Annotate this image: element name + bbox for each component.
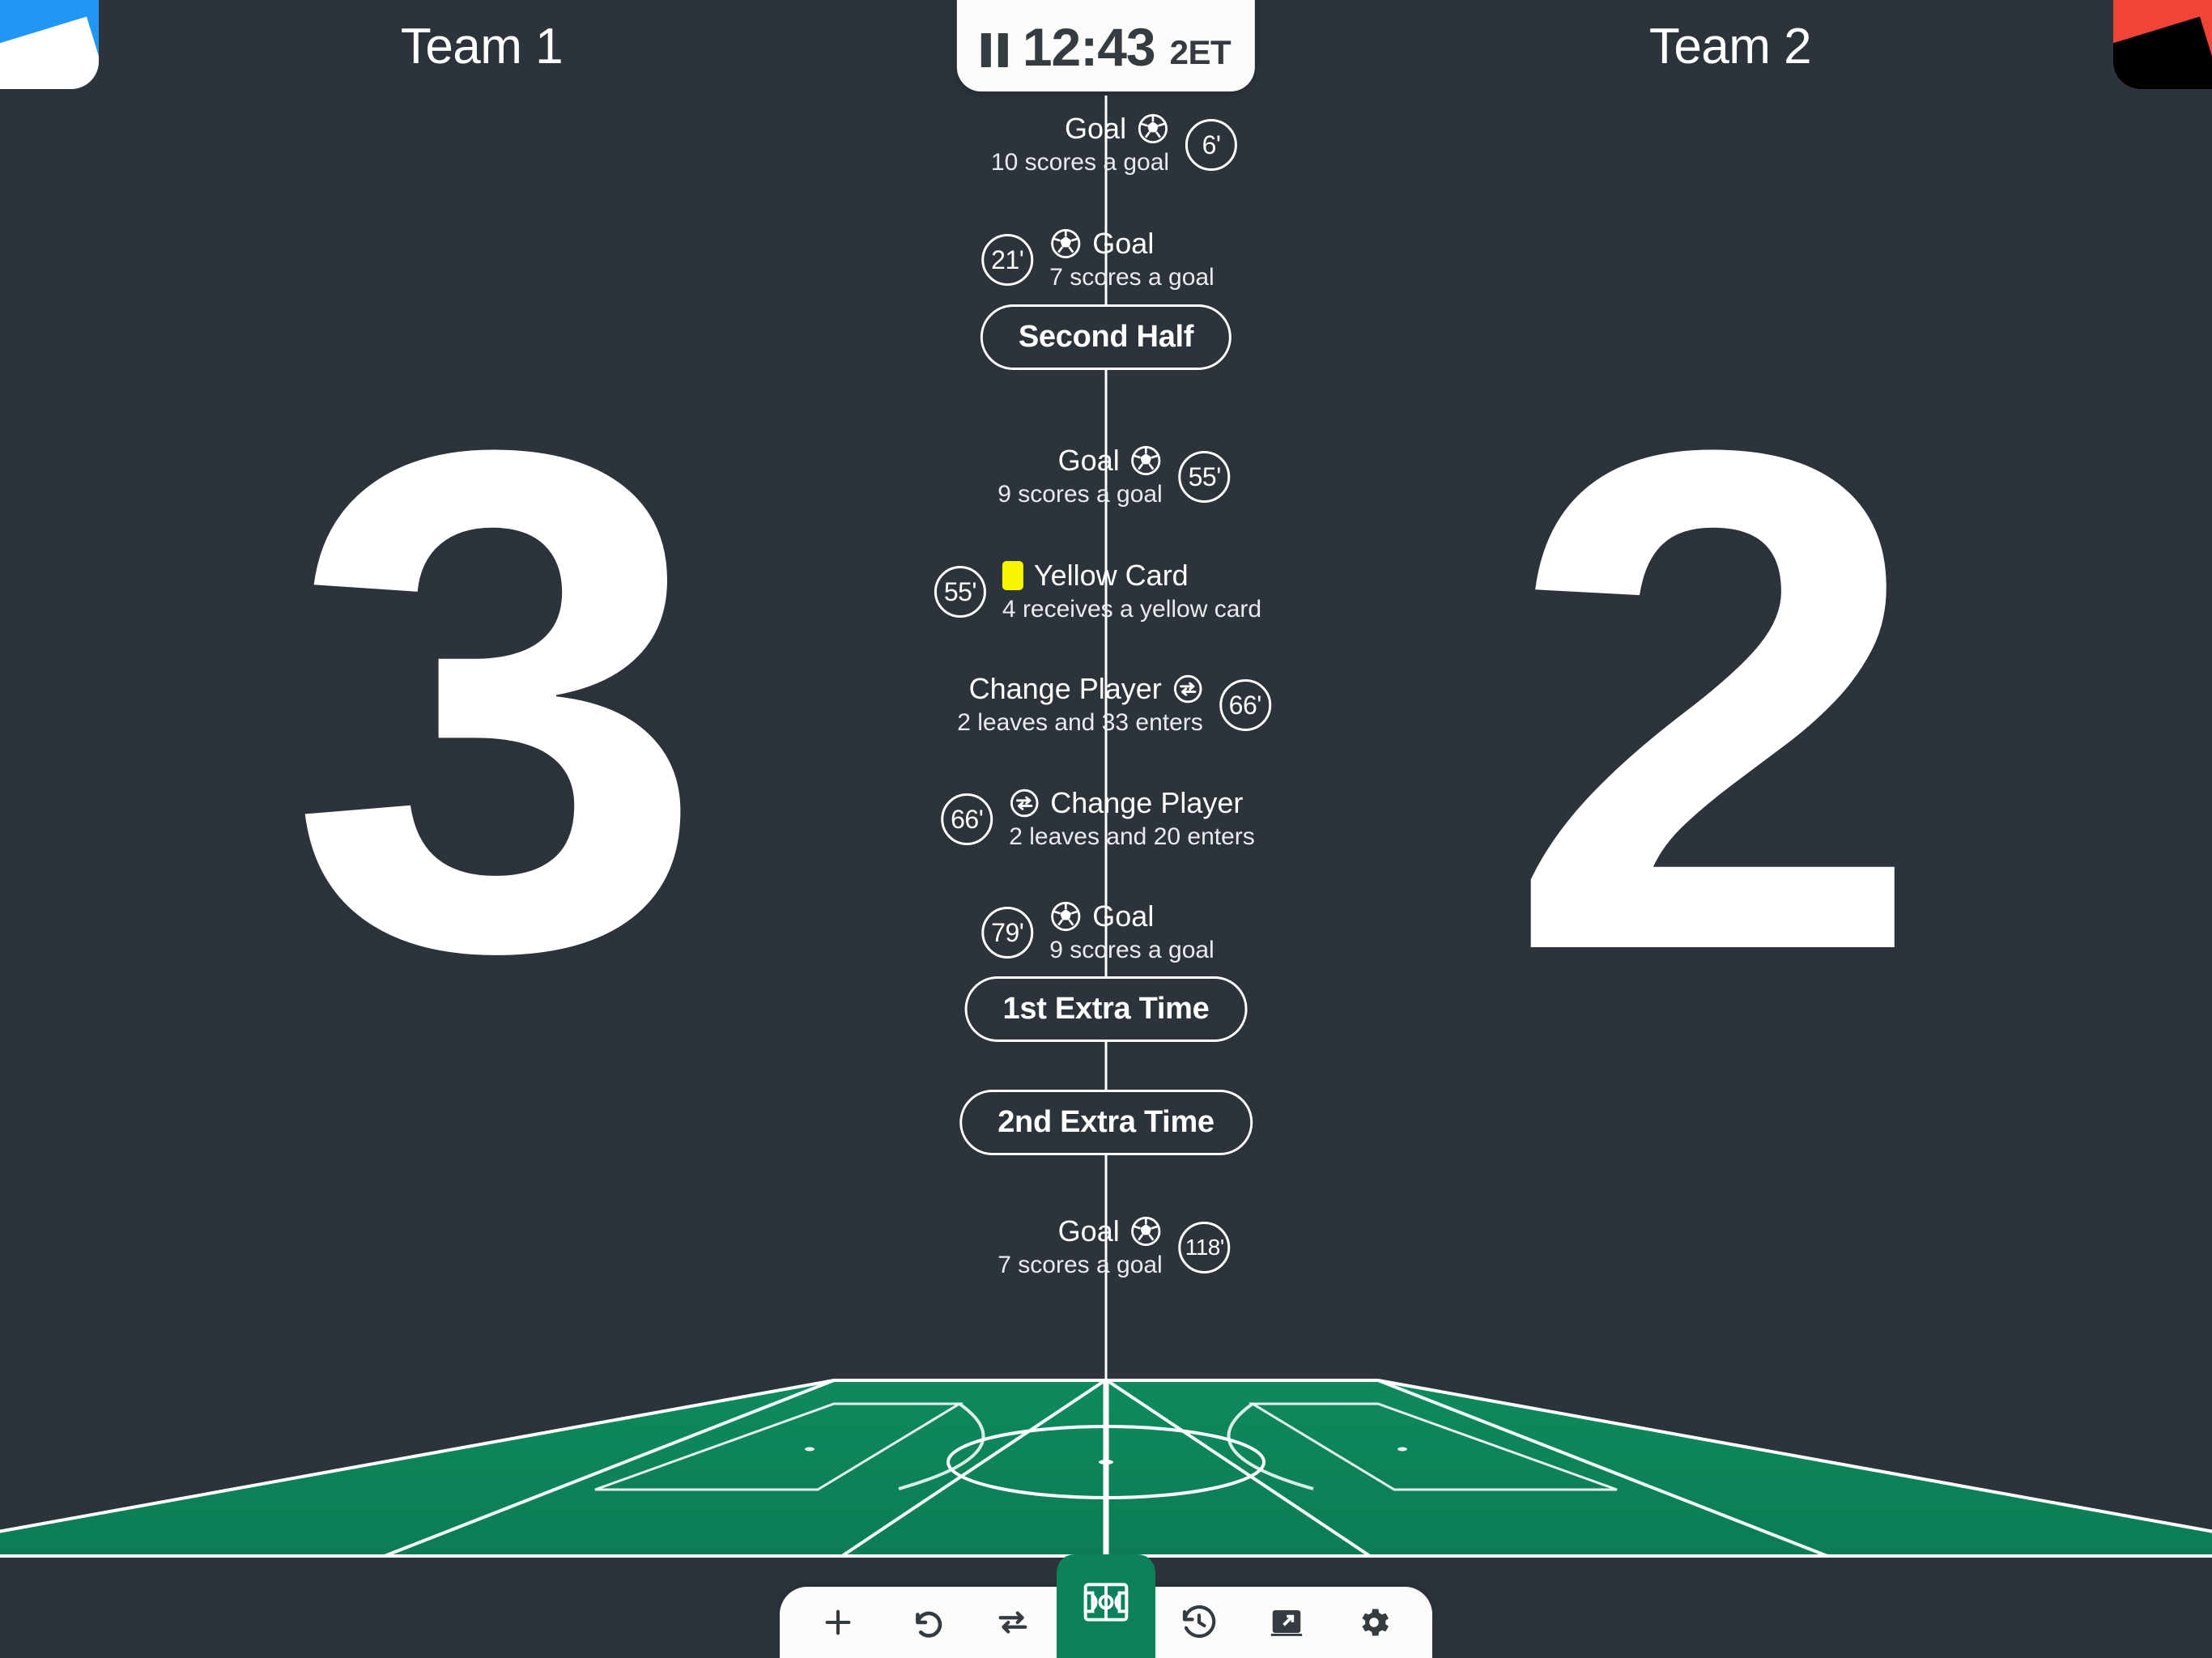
clock-period: 2ET — [1169, 33, 1231, 71]
event-minute-bubble: 55' — [934, 566, 986, 619]
event-subtitle: 9 scores a goal — [998, 481, 1163, 508]
history-clock-icon — [1180, 1603, 1219, 1642]
event-text: Goal 10 scores a goal — [975, 112, 1185, 178]
event-title: Goal — [1065, 112, 1127, 145]
event-title-row: Goal — [1049, 899, 1154, 933]
event-title-row: Goal — [1058, 444, 1163, 477]
event-title-row: Goal — [1065, 112, 1169, 145]
team-left-name: Team 1 — [400, 19, 564, 74]
plus-icon — [819, 1604, 857, 1641]
event-text: Goal 7 scores a goal — [981, 1214, 1178, 1281]
substitution-button[interactable] — [969, 1587, 1057, 1658]
event-title-row: Goal — [1049, 227, 1154, 260]
event-text: Change Player 2 leaves and 20 enters — [993, 786, 1271, 852]
event-subtitle: 2 leaves and 33 enters — [957, 709, 1203, 737]
team-right-name: Team 2 — [1648, 19, 1812, 74]
event-text: Yellow Card 4 receives a yellow card — [986, 559, 1278, 625]
soccer-ball-icon — [1130, 444, 1163, 477]
timeline-period-divider[interactable]: 2nd Extra Time — [959, 1090, 1253, 1155]
period-label: 2nd Extra Time — [998, 1105, 1214, 1139]
event-minute-bubble: 55' — [1178, 451, 1231, 504]
undo-icon — [907, 1604, 944, 1641]
event-title: Goal — [1057, 444, 1120, 477]
add-event-button[interactable] — [794, 1587, 882, 1658]
event-title-row: Change Player — [969, 672, 1203, 705]
event-text: Goal 7 scores a goal — [1033, 227, 1230, 293]
match-timeline: Goal 10 scores a goal 6' Goal 7 scores a goa… — [0, 96, 2212, 1658]
history-button[interactable] — [1155, 1587, 1243, 1658]
event-text: Change Player 2 leaves and 33 enters — [941, 672, 1219, 738]
change-player-icon — [1009, 788, 1040, 818]
event-subtitle: 10 scores a goal — [990, 149, 1170, 176]
soccer-ball-icon — [1137, 113, 1169, 145]
share-export-icon — [1268, 1604, 1305, 1641]
yellow-card-icon — [1002, 560, 1023, 590]
timeline-period-divider[interactable]: Second Half — [980, 304, 1232, 370]
event-minute-bubble: 6' — [1185, 119, 1238, 172]
pitch-view-button[interactable] — [1057, 1554, 1155, 1658]
period-label: Second Half — [1018, 320, 1194, 354]
match-header: Team 1 Team 2 12:43 2ET — [0, 0, 2212, 96]
event-minute-bubble: 79' — [981, 907, 1034, 959]
event-subtitle: 2 leaves and 20 enters — [1009, 823, 1255, 851]
pause-icon[interactable] — [981, 33, 1008, 67]
event-subtitle: 7 scores a goal — [1049, 264, 1214, 291]
gear-icon — [1355, 1604, 1393, 1641]
timeline-event[interactable]: Yellow Card 4 receives a yellow card 55' — [934, 559, 1278, 625]
swap-arrows-icon — [994, 1604, 1032, 1641]
change-player-icon — [1172, 674, 1203, 704]
event-subtitle: 7 scores a goal — [998, 1252, 1163, 1279]
event-minute-bubble: 118' — [1178, 1222, 1231, 1274]
event-minute-bubble: 21' — [981, 234, 1034, 287]
event-minute-bubble: 66' — [941, 793, 993, 846]
event-title: Goal — [1092, 227, 1155, 260]
event-subtitle: 9 scores a goal — [1049, 937, 1214, 964]
timeline-event[interactable]: Goal 7 scores a goal 118' — [981, 1214, 1231, 1281]
timeline-period-divider[interactable]: 1st Extra Time — [964, 976, 1248, 1042]
event-title: Change Player — [968, 672, 1162, 705]
timeline-event[interactable]: Goal 9 scores a goal 55' — [981, 444, 1231, 510]
soccer-ball-icon — [1130, 1215, 1163, 1248]
match-timeline-screen: 3 2 Goal 10 scores a goal 6' Goal 7 scores a… — [0, 0, 2212, 1658]
event-title-row: Yellow Card — [1002, 559, 1189, 592]
timeline-event[interactable]: Change Player 2 leaves and 20 enters 66' — [941, 786, 1271, 852]
share-button[interactable] — [1243, 1587, 1330, 1658]
timeline-event[interactable]: Goal 9 scores a goal 79' — [981, 899, 1230, 966]
soccer-ball-icon — [1049, 227, 1082, 260]
timeline-event[interactable]: Change Player 2 leaves and 33 enters 66' — [941, 672, 1271, 738]
event-text: Goal 9 scores a goal — [1033, 899, 1230, 966]
event-title: Goal — [1057, 1214, 1120, 1248]
event-text: Goal 9 scores a goal — [981, 444, 1178, 510]
pitch-icon — [1081, 1577, 1131, 1627]
event-minute-bubble: 66' — [1219, 679, 1271, 732]
timeline-event[interactable]: Goal 10 scores a goal 6' — [975, 112, 1238, 178]
bottom-toolbar — [780, 1554, 1432, 1658]
event-title-row: Change Player — [1009, 786, 1243, 819]
soccer-ball-icon — [1049, 900, 1082, 933]
event-subtitle: 4 receives a yellow card — [1002, 596, 1262, 623]
event-title-row: Goal — [1058, 1214, 1163, 1248]
undo-button[interactable] — [882, 1587, 969, 1658]
event-title: Goal — [1092, 899, 1155, 933]
event-title: Change Player — [1050, 786, 1244, 819]
period-label: 1st Extra Time — [1002, 992, 1210, 1026]
event-title: Yellow Card — [1033, 559, 1189, 592]
settings-button[interactable] — [1330, 1587, 1418, 1658]
clock-time: 12:43 — [1022, 17, 1156, 77]
match-clock[interactable]: 12:43 2ET — [956, 0, 1256, 91]
timeline-event[interactable]: Goal 7 scores a goal 21' — [981, 227, 1230, 293]
